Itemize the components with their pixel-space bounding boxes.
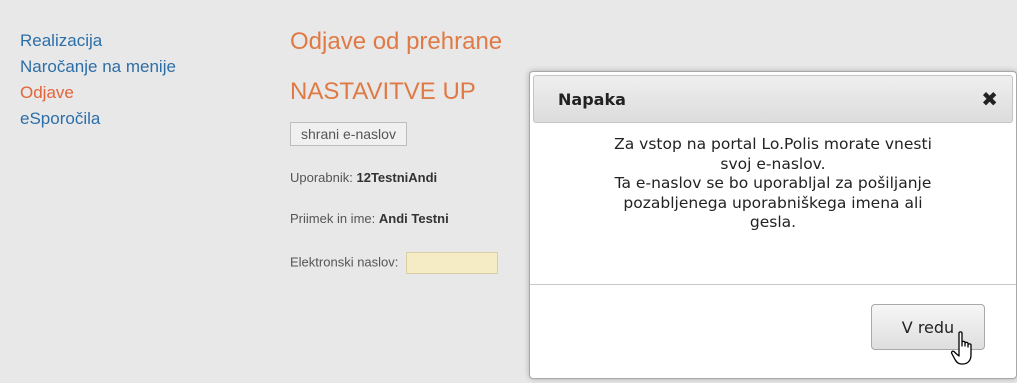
page-title: Odjave od prehrane — [290, 28, 503, 55]
save-email-button[interactable]: shrani e-naslov — [290, 122, 407, 146]
dialog-message-line: Za vstop na portal Lo.Polis morate vnest… — [614, 135, 932, 153]
dialog-divider — [530, 284, 1016, 285]
name-label: Priimek in ime: — [290, 211, 376, 226]
name-value: Andi Testni — [378, 211, 449, 226]
error-dialog: Napaka ✖ Za vstop na portal Lo.Polis mor… — [529, 71, 1017, 379]
close-icon[interactable]: ✖ — [981, 87, 998, 111]
user-value: 12TestniAndi — [356, 170, 438, 185]
sidebar-item-odjave[interactable]: Odjave — [20, 80, 260, 106]
dialog-message-line: gesla. — [749, 213, 797, 231]
sidebar-item-esporocila[interactable]: eSporočila — [20, 106, 260, 132]
page: Realizacija Naročanje na menije Odjave e… — [0, 0, 1017, 383]
user-label: Uporabnik: — [290, 170, 353, 185]
dialog-message-line: svoj e-naslov. — [720, 154, 826, 173]
email-input[interactable] — [406, 252, 499, 274]
sidebar-item-realizacija[interactable]: Realizacija — [20, 28, 260, 54]
sidebar-item-narocanje[interactable]: Naročanje na menije — [20, 54, 260, 80]
dialog-message-line: Ta e-naslov se bo uporabljal za pošiljan… — [614, 174, 932, 192]
dialog-message: Za vstop na portal Lo.Polis morate vnest… — [546, 135, 1000, 233]
email-label: Elektronski naslov: — [290, 254, 399, 270]
dialog-header: Napaka ✖ — [533, 75, 1013, 123]
dialog-message-line: pozabljenega uporabniškega imena ali — [623, 193, 923, 212]
ok-button[interactable]: V redu — [871, 304, 985, 350]
sidebar: Realizacija Naročanje na menije Odjave e… — [20, 28, 260, 132]
dialog-title: Napaka — [558, 90, 626, 109]
